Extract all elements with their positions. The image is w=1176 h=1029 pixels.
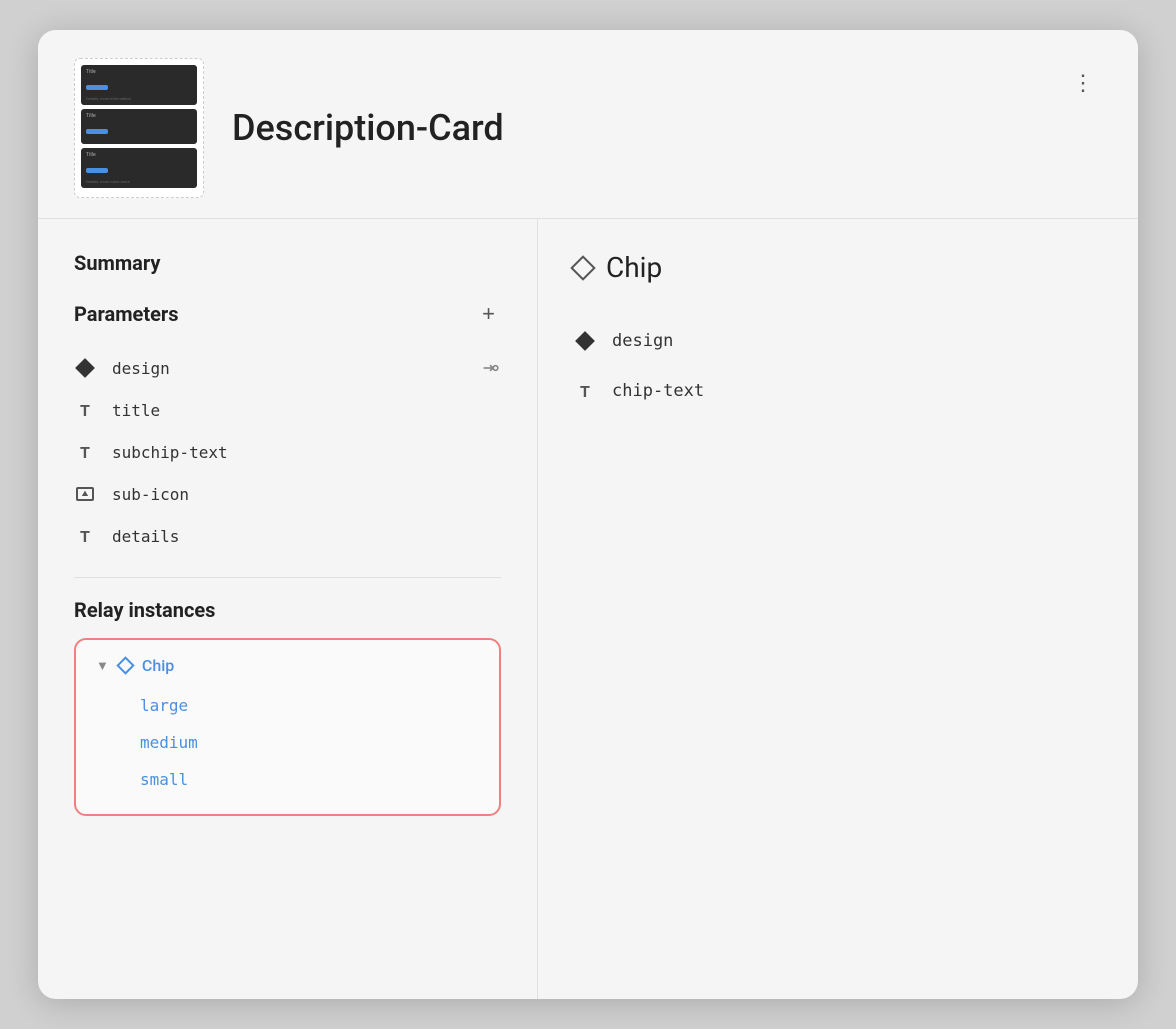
left-panel: Summary Parameters + design xyxy=(38,219,538,999)
thumb-item-1: Title Details, more information xyxy=(81,65,197,105)
param-label-design: design xyxy=(112,359,170,378)
chip-instance-header[interactable]: ▼ Chip xyxy=(96,656,479,675)
chip-sub-small[interactable]: small xyxy=(96,761,479,798)
thumb-chip-3 xyxy=(86,168,108,173)
chip-sub-medium[interactable]: medium xyxy=(96,724,479,761)
thumb-item-2: Title xyxy=(81,109,197,144)
chip-title-diamond-icon xyxy=(570,255,595,280)
thumb-chip-1 xyxy=(86,85,108,90)
text-icon-title: T xyxy=(74,399,96,421)
right-param-label-chip-text: chip-text xyxy=(612,381,704,401)
relay-arrow-design[interactable] xyxy=(479,357,501,379)
chip-sub-large[interactable]: large xyxy=(96,687,479,724)
main-content: Summary Parameters + design xyxy=(38,219,1138,999)
right-param-chip-text: T chip-text xyxy=(574,366,1102,416)
chip-diamond-icon xyxy=(116,656,134,674)
param-label-details: details xyxy=(112,527,179,546)
param-item-details: T details xyxy=(74,515,501,557)
right-panel-title-row: Chip xyxy=(574,251,1102,284)
param-item-title: T title xyxy=(74,389,501,431)
right-diamond-filled-icon xyxy=(574,330,596,352)
param-item-sub-icon: ⛰ sub-icon xyxy=(74,473,501,515)
section-divider xyxy=(74,577,501,578)
right-panel: Chip design T chip-text xyxy=(538,219,1138,999)
relay-instances-title: Relay instances xyxy=(74,598,501,622)
chevron-down-icon: ▼ xyxy=(96,658,109,674)
right-panel-title: Chip xyxy=(606,251,662,284)
more-options-button[interactable]: ⋮ xyxy=(1064,66,1102,100)
param-item-subchip-text: T subchip-text xyxy=(74,431,501,473)
header: Title Details, more information Title Ti… xyxy=(38,30,1138,219)
right-param-design: design xyxy=(574,316,1102,366)
param-label-subchip-text: subchip-text xyxy=(112,443,228,462)
summary-section-title: Summary xyxy=(74,251,501,275)
chip-instance-label: Chip xyxy=(142,656,174,675)
param-item-design: design xyxy=(74,347,501,389)
text-icon-details: T xyxy=(74,525,96,547)
thumb-item-3: Title Details, more more more xyxy=(81,148,197,188)
thumb-chip-2 xyxy=(86,129,108,134)
right-param-label-design: design xyxy=(612,331,673,351)
parameters-header: Parameters + xyxy=(74,299,501,329)
parameters-section-title: Parameters xyxy=(74,302,178,326)
page-title: Description-Card xyxy=(232,107,1102,149)
preview-thumbnail: Title Details, more information Title Ti… xyxy=(74,58,204,198)
right-text-icon-chip-text: T xyxy=(574,380,596,402)
param-label-title: title xyxy=(112,401,160,420)
add-parameter-button[interactable]: + xyxy=(476,299,501,329)
param-label-sub-icon: sub-icon xyxy=(112,485,189,504)
image-icon-sub: ⛰ xyxy=(74,483,96,505)
main-card: Title Details, more information Title Ti… xyxy=(38,30,1138,999)
text-icon-subchip: T xyxy=(74,441,96,463)
diamond-filled-icon xyxy=(74,357,96,379)
chip-instance-box: ▼ Chip large medium small xyxy=(74,638,501,816)
